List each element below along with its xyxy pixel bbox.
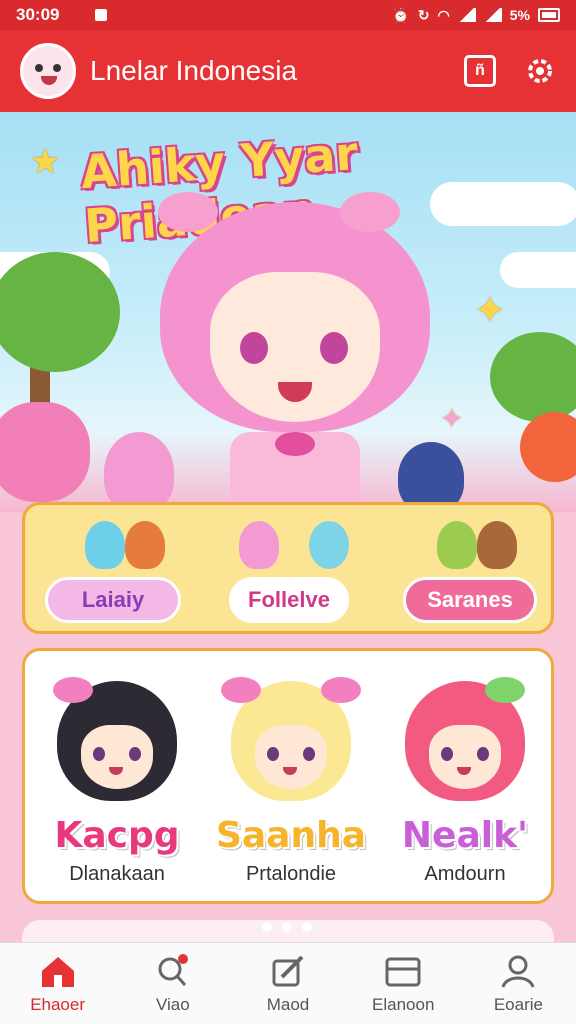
- nav-home[interactable]: Ehaoer: [0, 943, 115, 1024]
- signal-icon: [457, 8, 476, 22]
- settings-icon[interactable]: [524, 55, 556, 87]
- app-logo-icon[interactable]: [20, 43, 76, 99]
- carousel-dot[interactable]: [302, 922, 312, 932]
- carousel-dot[interactable]: [282, 922, 292, 932]
- character-card-2[interactable]: [221, 677, 361, 821]
- nav-profile[interactable]: Eoarie: [461, 943, 576, 1024]
- category-pill-1[interactable]: Laiaiy: [45, 577, 181, 623]
- nav-label: Eoarie: [493, 994, 543, 1014]
- status-bar: 30:09 ⏰ ↻ ◠ 5%: [0, 0, 576, 30]
- nav-label: Maod: [266, 994, 310, 1014]
- fruit-decoration: [520, 412, 576, 482]
- nav-search[interactable]: Viao: [115, 943, 230, 1024]
- leaf-icon: [485, 677, 525, 703]
- nav-label: Viao: [155, 994, 190, 1014]
- book-icon[interactable]: ñ: [464, 55, 496, 87]
- cloud: [500, 252, 576, 288]
- pink-mascot: [0, 402, 90, 502]
- character-card-3[interactable]: [395, 677, 535, 821]
- category-label: Laiaiy: [81, 587, 145, 612]
- character-face: [255, 725, 327, 789]
- character-name: Kacpg: [54, 815, 180, 856]
- star-icon: ✦: [474, 290, 506, 332]
- character-face: [429, 725, 501, 789]
- character-card-panel: Kacpg Saanha Nealk' Dlanakaan Prtalondie…: [22, 648, 554, 904]
- bottom-navigation: Ehaoer Viao Maod Elanoon Eoarie: [0, 942, 576, 1024]
- nav-label: Ehaoer: [30, 994, 86, 1014]
- inbox-icon: [385, 957, 421, 986]
- hero-banner[interactable]: ★ ✦ ✦ Ahiky Yyar Priadean: [0, 112, 576, 512]
- tree-left: [0, 252, 120, 372]
- nav-label: Elanoon: [372, 994, 435, 1014]
- nav-edit[interactable]: Maod: [230, 943, 345, 1024]
- main-character-illustration: [150, 192, 440, 512]
- alarm-icon: ⏰: [392, 6, 410, 23]
- small-character-left: [104, 432, 174, 512]
- category-avatar: [437, 521, 477, 569]
- bow-icon: [221, 677, 261, 703]
- status-icons: ⏰ ↻ ◠ 5%: [392, 7, 560, 24]
- home-icon: [41, 956, 74, 987]
- notification-icon: [95, 9, 108, 21]
- battery-percent: 5%: [509, 7, 530, 23]
- nav-inbox[interactable]: Elanoon: [346, 943, 461, 1024]
- character-name: Saanha: [215, 815, 367, 856]
- character-face: [81, 725, 153, 789]
- character-subtitle: Prtalondie: [245, 863, 337, 885]
- search-icon: [158, 953, 188, 986]
- category-pill-2[interactable]: Follelve: [229, 577, 349, 623]
- sync-icon: ↻: [417, 6, 430, 23]
- status-time: 30:09: [16, 5, 60, 24]
- app-bar: Lnelar Indonesia ñ: [0, 30, 576, 112]
- category-label: Follelve: [248, 587, 330, 612]
- battery-icon: [538, 8, 560, 22]
- carousel-dots[interactable]: [262, 922, 312, 932]
- bow-icon: [53, 677, 93, 703]
- profile-icon: [501, 955, 535, 988]
- category-panel: Laiaiy Follelve Saranes: [22, 502, 554, 634]
- character-subtitle: Dlanakaan: [69, 863, 165, 885]
- category-pill-3[interactable]: Saranes: [403, 577, 537, 623]
- tree-right: [490, 332, 576, 422]
- bow-icon: [321, 677, 361, 703]
- character-subtitle: Amdourn: [424, 863, 506, 885]
- category-avatar: [85, 521, 125, 569]
- category-avatar: [477, 521, 517, 569]
- carousel-dot[interactable]: [262, 922, 272, 932]
- signal-icon-2: [483, 8, 502, 22]
- category-label: Saranes: [427, 587, 513, 612]
- wifi-icon: ◠: [437, 6, 450, 23]
- character-name: Nealk': [401, 815, 529, 856]
- category-avatar: [309, 521, 349, 569]
- sparkle-icon: ✦: [440, 403, 464, 434]
- app-title: Lnelar Indonesia: [90, 55, 298, 86]
- category-avatar: [125, 521, 165, 569]
- edit-icon: [272, 955, 304, 986]
- character-card-1[interactable]: [47, 677, 187, 821]
- star-icon: ★: [30, 143, 61, 181]
- category-avatar: [239, 521, 279, 569]
